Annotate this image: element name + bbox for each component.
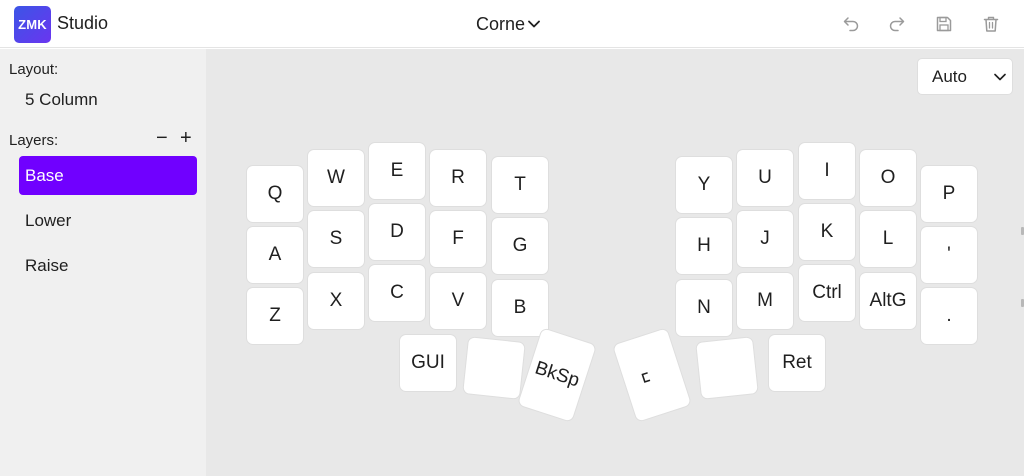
key[interactable]: L	[860, 211, 916, 267]
key-label: J	[760, 228, 770, 249]
layer-item-lower[interactable]: Lower	[19, 201, 197, 240]
key-label: .	[946, 305, 952, 326]
key-label: K	[820, 221, 834, 242]
chevron-down-icon	[994, 73, 1006, 81]
key-label: Y	[697, 174, 711, 195]
key-label: Ctrl	[812, 282, 842, 303]
key[interactable]: F	[430, 211, 486, 267]
key-label: C	[390, 282, 404, 303]
key[interactable]: Ctrl	[799, 265, 855, 321]
app-name: Studio	[57, 13, 109, 33]
sidebar: Layout: 5 Column Layers: − + Base Lower …	[0, 49, 206, 476]
key[interactable]: P	[921, 166, 977, 222]
key[interactable]: V	[430, 273, 486, 329]
layout-select-value: Auto	[932, 66, 967, 86]
key-label: AltG	[869, 290, 907, 311]
layer-label: Raise	[25, 255, 69, 275]
layers-label: Layers:	[9, 132, 59, 149]
save-icon[interactable]	[934, 14, 954, 34]
logo-text: ZMK	[18, 17, 47, 32]
key[interactable]: R	[430, 150, 486, 206]
key-label: L	[882, 228, 894, 249]
key[interactable]	[696, 337, 758, 399]
keyboard-selector[interactable]: Corne	[476, 12, 540, 36]
key[interactable]: T	[492, 157, 548, 213]
undo-icon[interactable]	[841, 14, 861, 34]
zmk-logo: ZMK	[14, 6, 51, 43]
key[interactable]: C	[369, 265, 425, 321]
key-label: V	[451, 290, 465, 311]
key-label: B	[513, 297, 527, 318]
key-label: W	[327, 167, 345, 188]
key-label: BkSp	[532, 357, 582, 392]
key[interactable]: K	[799, 204, 855, 260]
key[interactable]: G	[492, 218, 548, 274]
key-label: I	[824, 160, 830, 181]
redo-icon[interactable]	[887, 14, 907, 34]
key-label: R	[451, 167, 465, 188]
key[interactable]: B	[492, 280, 548, 336]
key-label: '	[947, 244, 951, 265]
remove-layer-button[interactable]: −	[156, 128, 168, 148]
key[interactable]: E	[369, 143, 425, 199]
layout-select[interactable]: Auto	[917, 58, 1013, 95]
layer-label: Lower	[25, 210, 72, 230]
key-label: U	[758, 167, 772, 188]
key-label: H	[697, 235, 711, 256]
key-label: F	[452, 228, 464, 249]
key[interactable]: Q	[247, 166, 303, 222]
key-label: M	[757, 290, 773, 311]
key-label: S	[329, 228, 343, 249]
chevron-down-icon	[528, 20, 540, 28]
key-label: Z	[269, 305, 281, 326]
key[interactable]: Y	[676, 157, 732, 213]
layer-item-raise[interactable]: Raise	[19, 246, 197, 285]
key[interactable]: Ret	[769, 335, 825, 391]
key[interactable]: Z	[247, 288, 303, 344]
key[interactable]: I	[799, 143, 855, 199]
key[interactable]: S	[308, 211, 364, 267]
key[interactable]: .	[921, 288, 977, 344]
trash-icon[interactable]	[981, 14, 1001, 34]
add-layer-button[interactable]: +	[180, 128, 192, 148]
key-label: Ret	[782, 352, 812, 373]
key[interactable]: A	[247, 227, 303, 283]
key[interactable]: H	[676, 218, 732, 274]
key-label: T	[514, 174, 526, 195]
key-label: E	[390, 160, 404, 181]
key[interactable]: X	[308, 273, 364, 329]
key-label: N	[697, 297, 711, 318]
key-label: G	[512, 235, 528, 256]
key[interactable]: U	[737, 150, 793, 206]
key[interactable]: AltG	[860, 273, 916, 329]
key-label: D	[390, 221, 404, 242]
key[interactable]: '	[921, 227, 977, 283]
key[interactable]: D	[369, 204, 425, 260]
layer-item-base[interactable]: Base	[19, 156, 197, 195]
key[interactable]: J	[737, 211, 793, 267]
keyboard-name: Corne	[476, 13, 526, 34]
key[interactable]: GUI	[400, 335, 456, 391]
key[interactable]: N	[676, 280, 732, 336]
key-label: O	[880, 167, 896, 188]
key[interactable]: M	[737, 273, 793, 329]
key[interactable]: W	[308, 150, 364, 206]
key-label: P	[942, 183, 956, 204]
key-label: ␣	[640, 366, 664, 384]
key-label: X	[329, 290, 343, 311]
key[interactable]: O	[860, 150, 916, 206]
key-label: A	[268, 244, 282, 265]
layer-label: Base	[25, 165, 64, 185]
key[interactable]	[463, 337, 525, 399]
layout-value[interactable]: 5 Column	[25, 90, 98, 110]
layout-label: Layout:	[9, 61, 59, 78]
key-label: GUI	[411, 352, 445, 373]
app-header: ZMK Studio Corne	[0, 0, 1024, 48]
key-label: Q	[267, 183, 283, 204]
